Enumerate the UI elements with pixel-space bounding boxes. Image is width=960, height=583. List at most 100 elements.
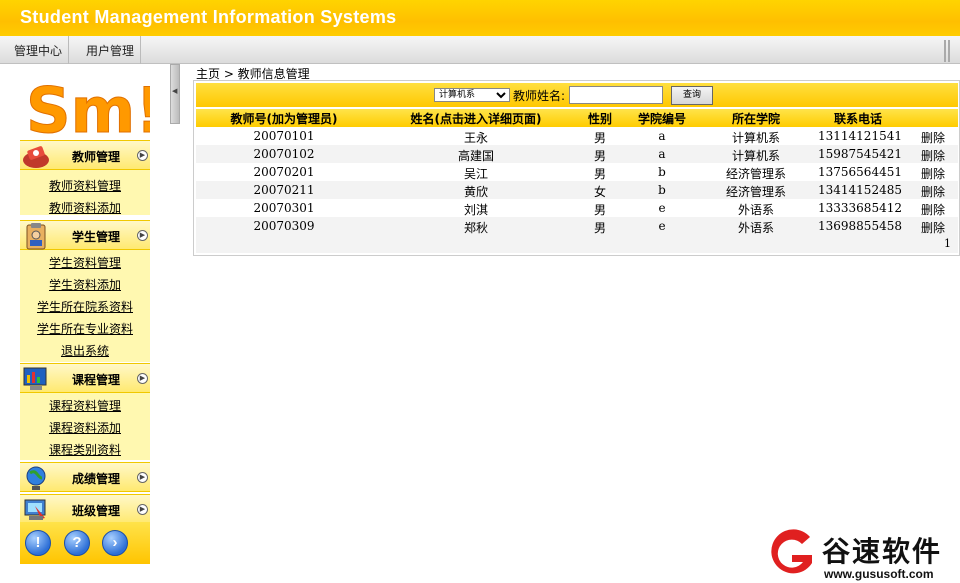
cell-name[interactable]: 黄欣 — [401, 183, 551, 200]
link-course-add[interactable]: 课程资料添加 — [20, 419, 150, 436]
college-select[interactable]: 计算机系 — [434, 88, 510, 102]
cell-teacher-id: 20070301 — [253, 201, 315, 215]
cell-college: 经济管理系 — [725, 185, 786, 199]
sidebar-section-label: 学生管理 — [72, 230, 121, 244]
table-row: 20070211 黄欣 女 b 经济管理系 13414152485 删除 — [196, 181, 958, 199]
link-logout[interactable]: 退出系统 — [20, 342, 150, 359]
link-student-manage[interactable]: 学生资料管理 — [20, 254, 150, 271]
help-bar: ! ? › — [20, 522, 150, 564]
sidebar-section-class[interactable]: 班级管理 ▶ — [20, 494, 150, 524]
menu-user-management[interactable]: 用户管理 — [80, 36, 142, 64]
cell-name[interactable]: 吴江 — [401, 165, 551, 182]
globe-icon — [26, 466, 46, 490]
teacher-list-panel: 计算机系 教师姓名: 查询 教师号(加为管理员) 姓名(点击进入详细页面) 性别… — [193, 80, 960, 256]
cell-teacher-id: 20070211 — [253, 183, 315, 197]
cell-phone: 13756564451 — [818, 165, 902, 179]
cell-gender: 女 — [593, 185, 606, 199]
info-icon[interactable]: ! — [25, 530, 51, 556]
link-course-category[interactable]: 课程类别资料 — [20, 441, 150, 458]
expand-arrow-icon[interactable]: ▶ — [137, 150, 148, 161]
col-name: 姓名(点击进入详细页面) — [410, 112, 542, 126]
svg-text:Sm!: Sm! — [26, 74, 150, 142]
sidebar-section-grades[interactable]: 成绩管理 ▶ — [20, 462, 150, 492]
sidebar-collapse-handle[interactable]: ◀ — [170, 64, 180, 124]
delete-link[interactable]: 删除 — [908, 147, 958, 164]
link-student-department[interactable]: 学生所在院系资料 — [20, 298, 150, 315]
cell-college: 计算机系 — [731, 131, 780, 145]
sidebar-section-teacher-links: 教师资料管理 教师资料添加 — [20, 170, 150, 215]
cell-name[interactable]: 王永 — [401, 129, 551, 146]
monitor-icon — [23, 367, 47, 390]
cell-gender: 男 — [593, 167, 606, 181]
table-row: 20070309 郑秋 男 e 外语系 13698855458 删除 — [196, 217, 958, 235]
teacher-name-label: 教师姓名: — [513, 89, 566, 103]
cell-college-code: b — [658, 165, 666, 179]
watermark: 谷速软件 www.gususoft.com — [762, 527, 960, 583]
cell-teacher-id: 20070201 — [253, 165, 315, 179]
cell-college-code: a — [658, 147, 666, 161]
top-banner: Student Management Information Systems — [0, 0, 960, 36]
expand-arrow-icon[interactable]: ▶ — [137, 230, 148, 241]
cell-gender: 男 — [593, 149, 606, 163]
cell-phone: 15987545421 — [818, 147, 902, 161]
cell-phone: 13414152485 — [818, 183, 902, 197]
menu-management-center[interactable]: 管理中心 — [8, 36, 70, 64]
cell-teacher-id: 20070101 — [253, 129, 315, 143]
table-row: 20070102 高建国 男 a 计算机系 15987545421 删除 — [196, 145, 958, 163]
cell-gender: 男 — [593, 131, 606, 145]
cell-college: 外语系 — [737, 203, 774, 217]
cell-name[interactable]: 高建国 — [401, 147, 551, 164]
teacher-name-input[interactable] — [569, 86, 663, 104]
delete-link[interactable]: 删除 — [908, 219, 958, 236]
expand-arrow-icon[interactable]: ▶ — [137, 472, 148, 483]
delete-link[interactable]: 删除 — [908, 165, 958, 182]
cell-college-code: e — [658, 201, 666, 215]
cell-college: 计算机系 — [731, 149, 780, 163]
query-button[interactable]: 查询 — [671, 86, 713, 105]
delete-link[interactable]: 删除 — [908, 129, 958, 146]
gusu-logo-icon — [771, 529, 812, 574]
cell-phone: 13698855458 — [818, 219, 902, 233]
sidebar-section-teacher[interactable]: 教师管理 ▶ — [20, 140, 150, 170]
link-student-major[interactable]: 学生所在专业资料 — [20, 320, 150, 337]
link-student-add[interactable]: 学生资料添加 — [20, 276, 150, 293]
cell-college: 经济管理系 — [725, 167, 786, 181]
teacher-icon — [23, 146, 49, 168]
cell-teacher-id: 20070309 — [253, 219, 315, 233]
cell-teacher-id: 20070102 — [253, 147, 315, 161]
menubar-end-handle — [944, 40, 950, 62]
app-title: Student Management Information Systems — [20, 7, 397, 27]
cell-name[interactable]: 郑秋 — [401, 219, 551, 236]
col-college: 所在学院 — [731, 112, 780, 126]
next-icon[interactable]: › — [102, 530, 128, 556]
pager: 1 — [196, 235, 958, 253]
expand-arrow-icon[interactable]: ▶ — [137, 504, 148, 515]
link-course-manage[interactable]: 课程资料管理 — [20, 397, 150, 414]
cell-phone: 13333685412 — [818, 201, 902, 215]
cell-gender: 男 — [593, 203, 606, 217]
sidebar-section-course[interactable]: 课程管理 ▶ — [20, 363, 150, 393]
link-teacher-add[interactable]: 教师资料添加 — [20, 199, 150, 216]
sidebar-section-label: 成绩管理 — [72, 472, 121, 486]
cell-college-code: e — [658, 219, 666, 233]
sidebar-section-label: 班级管理 — [72, 504, 121, 518]
collapse-arrow-icon: ◀ — [172, 87, 178, 95]
col-gender: 性别 — [587, 112, 612, 126]
help-icon[interactable]: ? — [64, 530, 90, 556]
page-number[interactable]: 1 — [944, 237, 951, 250]
table-row: 20070201 吴江 男 b 经济管理系 13756564451 删除 — [196, 163, 958, 181]
table-header: 教师号(加为管理员) 姓名(点击进入详细页面) 性别 学院编号 所在学院 联系电… — [196, 109, 958, 127]
col-college-code: 学院编号 — [637, 112, 686, 126]
link-teacher-manage[interactable]: 教师资料管理 — [20, 177, 150, 194]
delete-link[interactable]: 删除 — [908, 183, 958, 200]
sidebar-section-student[interactable]: 学生管理 ▶ — [20, 220, 150, 250]
sidebar-section-course-links: 课程资料管理 课程资料添加 课程类别资料 — [20, 393, 150, 460]
menubar: 管理中心 用户管理 — [0, 36, 960, 64]
computer-icon — [24, 499, 46, 520]
col-phone: 联系电话 — [833, 112, 882, 126]
delete-link[interactable]: 删除 — [908, 201, 958, 218]
cell-name[interactable]: 刘淇 — [401, 201, 551, 218]
clipboard-icon — [26, 223, 46, 250]
col-teacher-id: 教师号(加为管理员) — [230, 112, 338, 126]
expand-arrow-icon[interactable]: ▶ — [137, 373, 148, 384]
